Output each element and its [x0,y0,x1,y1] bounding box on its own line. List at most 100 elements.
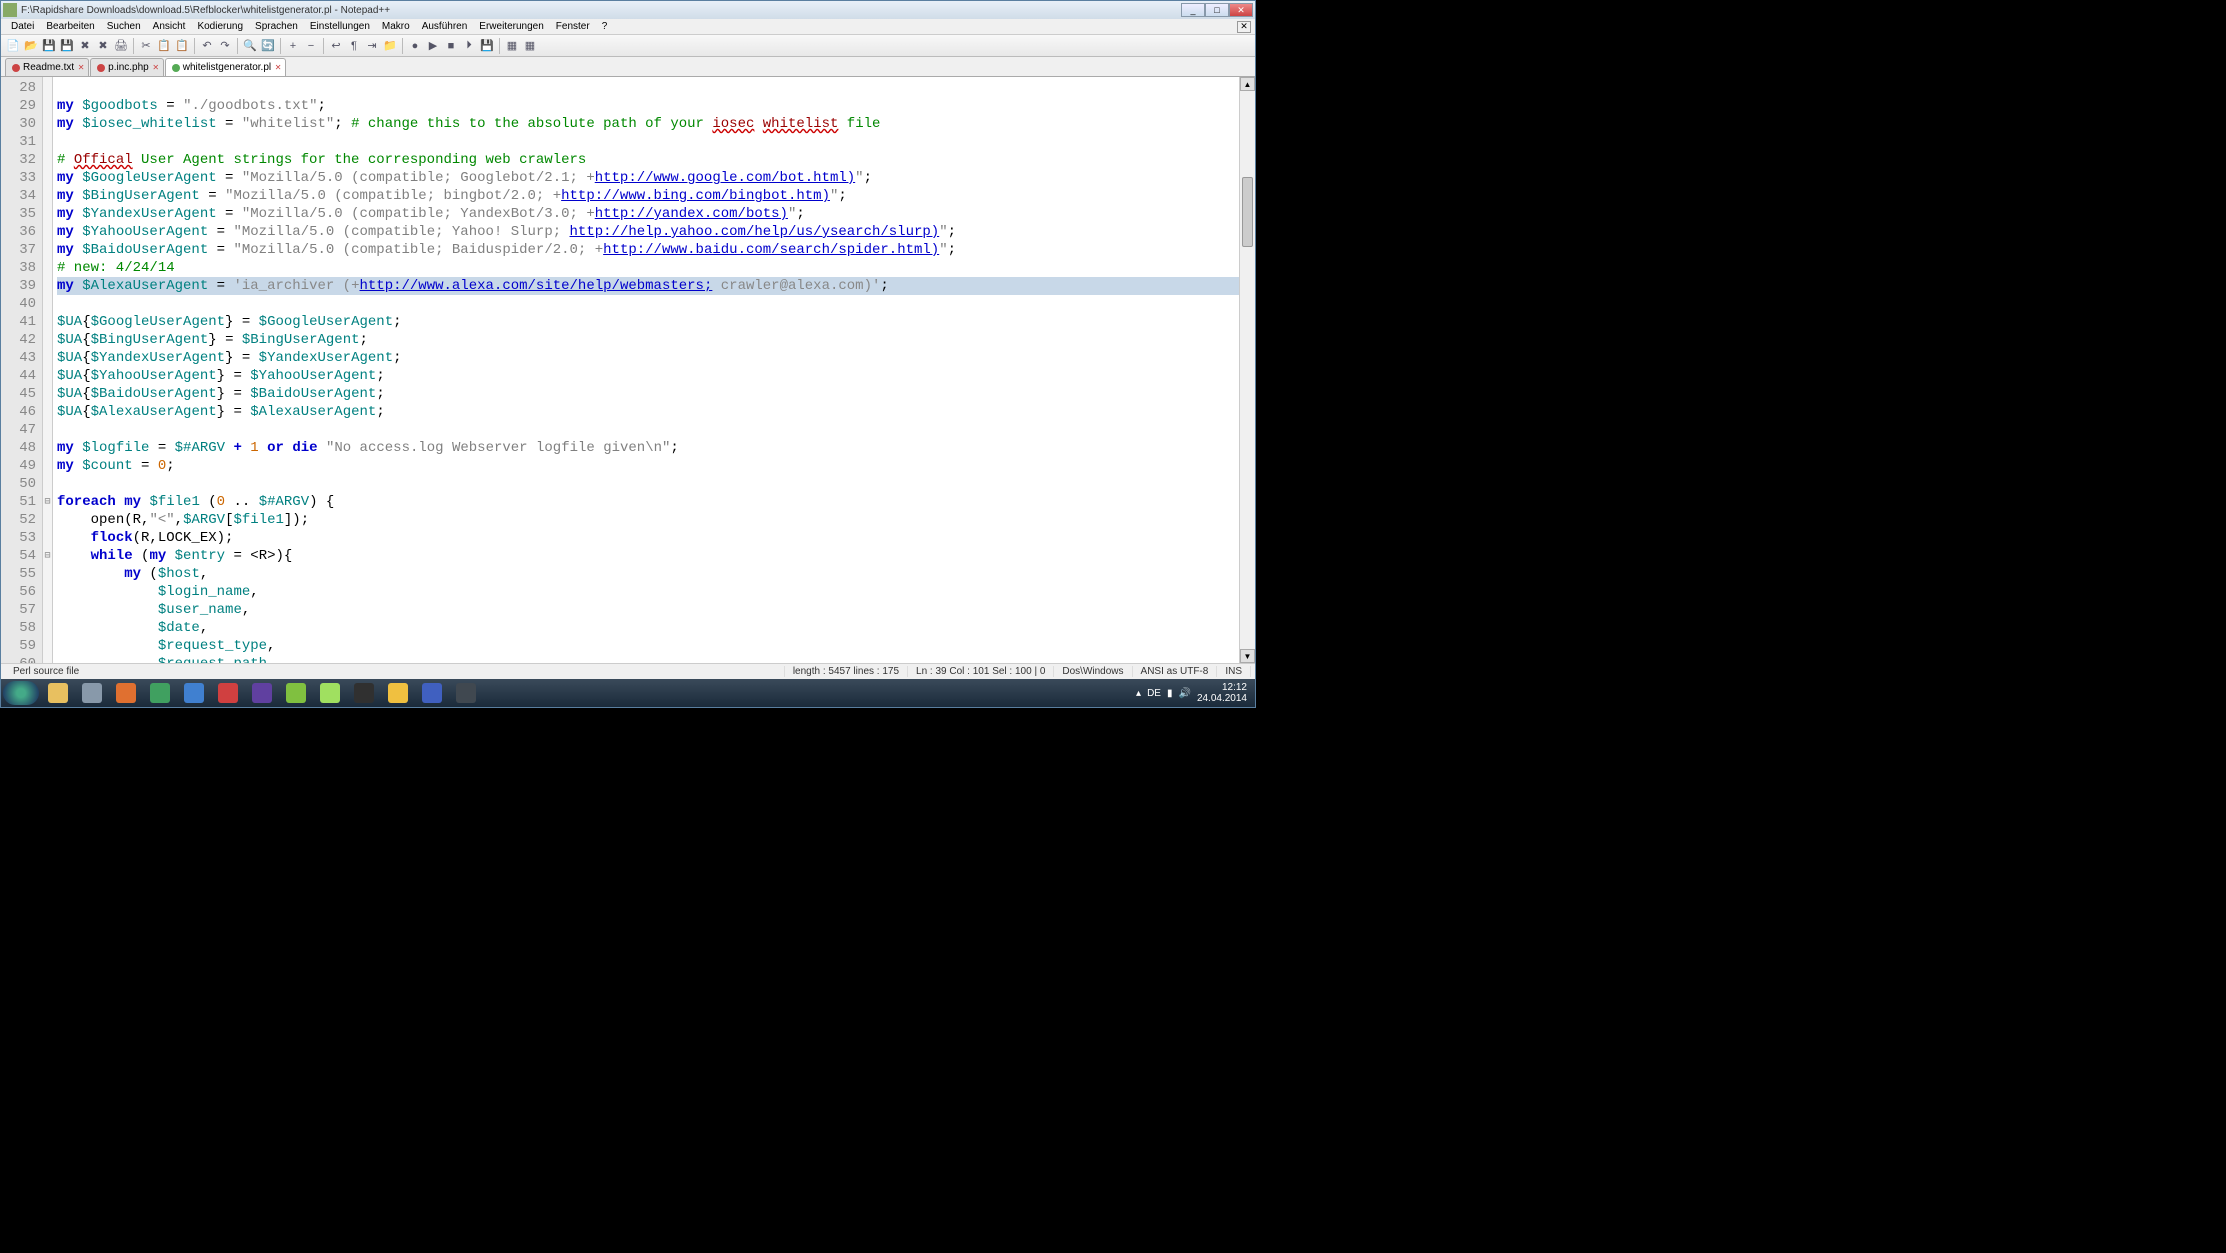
fold-toggle-icon[interactable]: ⊟ [43,547,52,565]
code-line[interactable]: my $goodbots = "./goodbots.txt"; [57,97,1239,115]
taskbar-app-opera[interactable] [213,681,243,705]
menu-suchen[interactable]: Suchen [101,20,147,33]
close-all-icon[interactable]: ✖ [95,38,111,54]
saverec-icon[interactable]: 💾 [479,38,495,54]
code-line[interactable]: $UA{$BaidoUserAgent} = $BaidoUserAgent; [57,385,1239,403]
menu-doc-close-button[interactable]: ✕ [1237,21,1251,33]
volume-icon[interactable]: 🔊 [1178,688,1190,699]
code-line[interactable]: my $YahooUserAgent = "Mozilla/5.0 (compa… [57,223,1239,241]
network-icon[interactable]: ▮ [1167,688,1173,699]
taskbar-app-generic[interactable] [77,681,107,705]
code-line[interactable]: $user_name, [57,601,1239,619]
code-line[interactable] [57,421,1239,439]
status-encoding[interactable]: ANSI as UTF-8 [1133,666,1218,677]
open-file-icon[interactable]: 📂 [23,38,39,54]
undo-icon[interactable]: ↶ [199,38,215,54]
scroll-thumb[interactable] [1242,177,1253,247]
save-icon[interactable]: 💾 [41,38,57,54]
taskbar-app-terminal[interactable] [349,681,379,705]
stop-icon[interactable]: ■ [443,38,459,54]
menu-makro[interactable]: Makro [376,20,416,33]
taskbar-app-notepadpp[interactable] [315,681,345,705]
taskbar-app-ie[interactable] [179,681,209,705]
file-tab-whitelistgenerator-pl[interactable]: whitelistgenerator.pl✕ [165,58,286,76]
taskbar-app-security[interactable] [281,681,311,705]
scroll-down-arrow-icon[interactable]: ▼ [1240,649,1255,663]
clock[interactable]: 12:12 24.04.2014 [1197,682,1247,704]
menu-bearbeiten[interactable]: Bearbeiten [40,20,100,33]
scroll-up-arrow-icon[interactable]: ▲ [1240,77,1255,91]
new-file-icon[interactable]: 📄 [5,38,21,54]
taskbar-app-python[interactable] [383,681,413,705]
code-line[interactable] [57,475,1239,493]
status-eol[interactable]: Dos\Windows [1054,666,1132,677]
code-line[interactable]: my $logfile = $#ARGV + 1 or die "No acce… [57,439,1239,457]
zoom-out-icon[interactable]: − [303,38,319,54]
plugin2-icon[interactable]: ▦ [522,38,538,54]
save-all-icon[interactable]: 💾 [59,38,75,54]
tray-arrow-icon[interactable]: ▴ [1136,688,1141,699]
code-line[interactable]: my $BingUserAgent = "Mozilla/5.0 (compat… [57,187,1239,205]
code-line[interactable]: my $iosec_whitelist = "whitelist"; # cha… [57,115,1239,133]
code-line[interactable]: $UA{$YahooUserAgent} = $YahooUserAgent; [57,367,1239,385]
menu-ausführen[interactable]: Ausführen [416,20,474,33]
code-line[interactable]: foreach my $file1 (0 .. $#ARGV) { [57,493,1239,511]
menu-fenster[interactable]: Fenster [550,20,596,33]
menu-datei[interactable]: Datei [5,20,40,33]
code-line[interactable]: $request_type, [57,637,1239,655]
code-line[interactable]: my $YandexUserAgent = "Mozilla/5.0 (comp… [57,205,1239,223]
allchars-icon[interactable]: ¶ [346,38,362,54]
find-icon[interactable]: 🔍 [242,38,258,54]
status-insert-mode[interactable]: INS [1217,666,1251,677]
taskbar-app-steam[interactable] [451,681,481,705]
menu-kodierung[interactable]: Kodierung [191,20,249,33]
menu-erweiterungen[interactable]: Erweiterungen [473,20,549,33]
playrec-icon[interactable]: ⏵ [461,38,477,54]
taskbar-app-chrome[interactable] [145,681,175,705]
plugin1-icon[interactable]: ▦ [504,38,520,54]
code-line[interactable]: $UA{$GoogleUserAgent} = $GoogleUserAgent… [57,313,1239,331]
tab-close-icon[interactable]: ✕ [151,62,161,72]
close-window-button[interactable]: ✕ [1229,3,1253,17]
menu-einstellungen[interactable]: Einstellungen [304,20,376,33]
windows-taskbar[interactable]: ▴ DE ▮ 🔊 12:12 24.04.2014 [1,679,1255,707]
editor[interactable]: 2829303132333435363738394041424344454647… [1,77,1255,663]
replace-icon[interactable]: 🔄 [260,38,276,54]
cut-icon[interactable]: ✂ [138,38,154,54]
language-indicator[interactable]: DE [1147,688,1161,699]
copy-icon[interactable]: 📋 [156,38,172,54]
print-icon[interactable]: 🖨 [113,38,129,54]
maximize-button[interactable]: □ [1205,3,1229,17]
play-icon[interactable]: ▶ [425,38,441,54]
start-button[interactable] [3,681,39,705]
code-line[interactable]: $UA{$YandexUserAgent} = $YandexUserAgent… [57,349,1239,367]
code-line[interactable]: while (my $entry = <R>){ [57,547,1239,565]
code-line[interactable]: # Offical User Agent strings for the cor… [57,151,1239,169]
taskbar-app-eclipse[interactable] [247,681,277,705]
vertical-scrollbar[interactable]: ▲ ▼ [1239,77,1255,663]
code-line[interactable]: my $GoogleUserAgent = "Mozilla/5.0 (comp… [57,169,1239,187]
indent-icon[interactable]: ⇥ [364,38,380,54]
code-area[interactable]: my $goodbots = "./goodbots.txt";my $iose… [53,77,1239,663]
code-line[interactable]: $login_name, [57,583,1239,601]
folder-icon[interactable]: 📁 [382,38,398,54]
close-icon[interactable]: ✖ [77,38,93,54]
minimize-button[interactable]: _ [1181,3,1205,17]
system-tray[interactable]: ▴ DE ▮ 🔊 12:12 24.04.2014 [1130,682,1253,704]
code-line[interactable]: my $AlexaUserAgent = 'ia_archiver (+http… [57,277,1239,295]
title-bar[interactable]: F:\Rapidshare Downloads\download.5\Refbl… [1,1,1255,19]
wordwrap-icon[interactable]: ↩ [328,38,344,54]
code-line[interactable]: my $count = 0; [57,457,1239,475]
code-line[interactable] [57,133,1239,151]
code-line[interactable] [57,295,1239,313]
record-icon[interactable]: ● [407,38,423,54]
code-line[interactable]: my ($host, [57,565,1239,583]
code-line[interactable]: # new: 4/24/14 [57,259,1239,277]
file-tab-readme-txt[interactable]: Readme.txt✕ [5,58,89,76]
tab-close-icon[interactable]: ✕ [273,62,283,72]
file-tab-p-inc-php[interactable]: p.inc.php✕ [90,58,164,76]
code-line[interactable]: open(R,"<",$ARGV[$file1]); [57,511,1239,529]
fold-column[interactable]: ⊟⊟ [43,77,53,663]
paste-icon[interactable]: 📋 [174,38,190,54]
menu-ansicht[interactable]: Ansicht [147,20,192,33]
